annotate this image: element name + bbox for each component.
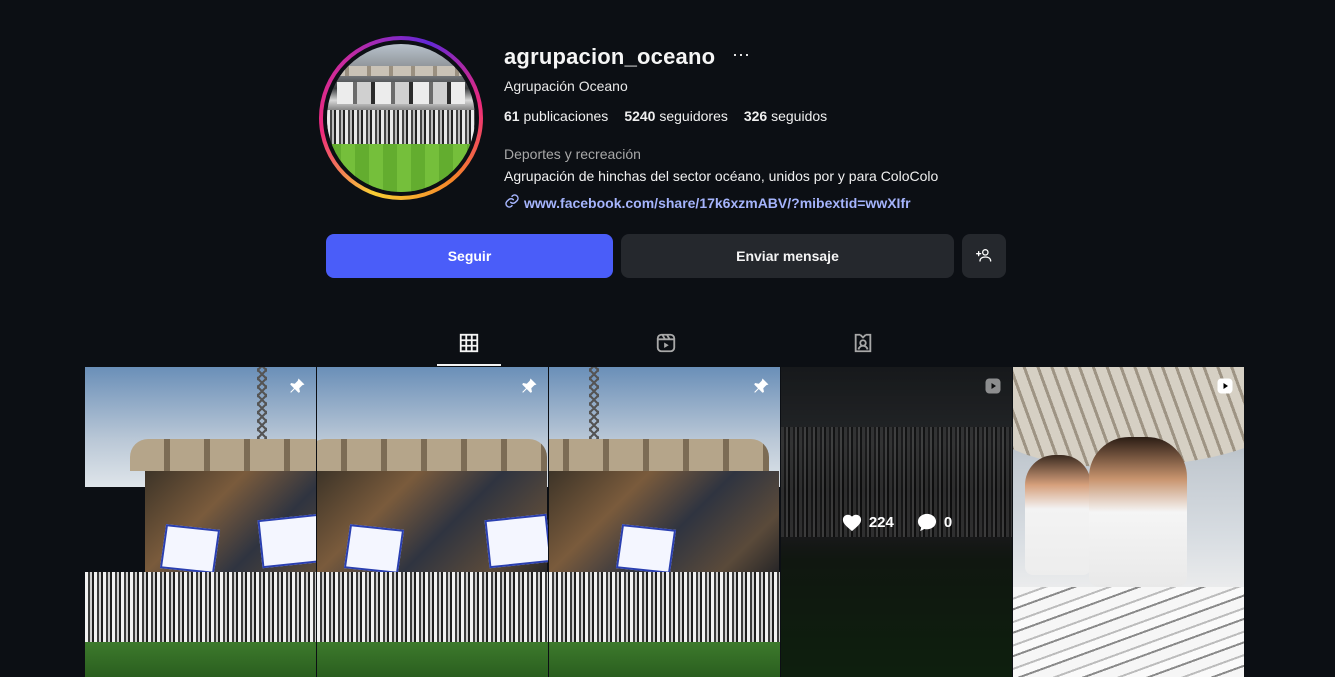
profile-stats: 61 publicaciones 5240 seguidores 326 seg… (504, 108, 827, 124)
reel-icon (1216, 377, 1234, 395)
profile-bio: Agrupación de hinchas del sector océano,… (504, 168, 939, 184)
post-tower (589, 367, 599, 447)
avatar-banners (337, 82, 465, 104)
pin-icon (288, 377, 306, 395)
following-stat[interactable]: 326 seguidos (744, 108, 827, 124)
post-figure (1089, 437, 1187, 587)
send-message-button[interactable]: Enviar mensaje (621, 234, 954, 278)
avatar-stadium-roof (327, 66, 475, 76)
posts-label: publicaciones (523, 108, 609, 124)
post-thumbnail[interactable] (317, 367, 548, 677)
pin-icon (752, 377, 770, 395)
posts-count-stat: 61 publicaciones (504, 108, 608, 124)
post-roof (549, 439, 769, 471)
tab-tagged[interactable] (831, 330, 895, 366)
follow-button[interactable]: Seguir (326, 234, 613, 278)
person-add-icon (976, 247, 992, 266)
post-thumbnail[interactable] (549, 367, 780, 677)
grid-icon (458, 332, 480, 359)
post-field (85, 642, 316, 677)
post-flag (615, 524, 677, 574)
profile-category: Deportes y recreación (504, 146, 641, 162)
comments-stat: 0 (916, 512, 952, 532)
post-seats (1013, 587, 1244, 677)
avatar[interactable] (327, 44, 475, 192)
profile-full-name: Agrupación Oceano (504, 78, 628, 94)
followers-stat[interactable]: 5240 seguidores (624, 108, 728, 124)
following-count: 326 (743, 108, 768, 124)
posts-grid: 224 0 (85, 367, 1244, 677)
following-label: seguidos (771, 108, 828, 124)
post-crowd (549, 572, 780, 642)
post-flag (159, 524, 221, 574)
post-flag (257, 513, 316, 569)
followers-label: seguidores (659, 108, 728, 124)
avatar-pitch (327, 144, 475, 192)
post-tower (257, 367, 267, 447)
post-crowd (317, 572, 548, 642)
reel-icon (984, 377, 1002, 395)
post-field (317, 642, 548, 677)
reels-icon (655, 332, 677, 359)
post-flag (343, 524, 405, 574)
post-flag (484, 513, 548, 569)
tab-posts[interactable] (437, 330, 501, 366)
more-options-icon[interactable]: ··· (732, 44, 750, 65)
followers-count: 5240 (624, 108, 656, 124)
post-figure (1025, 455, 1091, 575)
post-roof (317, 439, 547, 471)
post-roof (130, 439, 316, 471)
profile-link-text: www.facebook.com/share/17k6xzmABV/?mibex… (524, 194, 911, 211)
likes-count: 224 (868, 513, 894, 531)
post-field (549, 642, 780, 677)
profile-avatar-ring[interactable] (319, 36, 483, 200)
tagged-icon (852, 332, 874, 359)
post-thumbnail[interactable] (85, 367, 316, 677)
profile-external-link[interactable]: www.facebook.com/share/17k6xzmABV/?mibex… (504, 193, 911, 212)
post-stats-overlay: 224 0 (781, 512, 1012, 532)
comment-icon (916, 512, 938, 532)
post-crowd (85, 572, 316, 642)
avatar-crowd (327, 110, 475, 144)
profile-username: agrupacion_oceano (504, 44, 716, 69)
comments-count: 0 (943, 513, 953, 531)
likes-stat: 224 (841, 512, 894, 532)
suggest-accounts-button[interactable] (962, 234, 1006, 278)
tab-reels[interactable] (634, 330, 698, 366)
link-icon (504, 193, 520, 212)
pin-icon (520, 377, 538, 395)
posts-count: 61 (504, 108, 520, 124)
avatar-frame (323, 40, 479, 196)
post-thumbnail[interactable]: 224 0 (781, 367, 1012, 677)
heart-icon (841, 512, 863, 532)
post-thumbnail[interactable] (1013, 367, 1244, 677)
